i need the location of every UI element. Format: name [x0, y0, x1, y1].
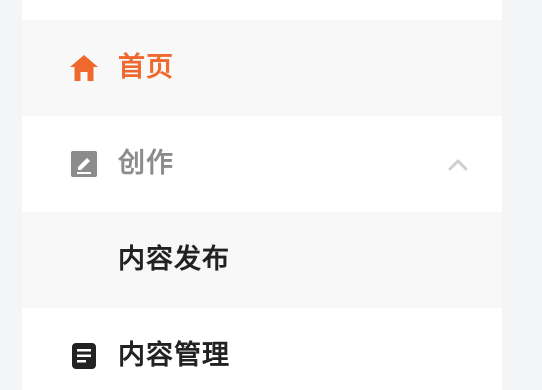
chevron-up-icon[interactable] [446, 154, 470, 174]
document-icon [72, 343, 96, 369]
sidebar-item-create[interactable]: 创作 [22, 116, 502, 212]
edit-note-icon [71, 151, 97, 177]
sidebar-item-label: 创作 [118, 148, 174, 179]
sidebar-subitem-publish[interactable]: 内容发布 [22, 212, 502, 308]
sidebar-menu: 首页 创作 内容发布 内容管理 [22, 0, 502, 390]
sidebar-item-manage[interactable]: 内容管理 [22, 308, 502, 390]
sidebar-item-label: 首页 [118, 52, 174, 83]
sidebar-item-label: 内容管理 [118, 340, 230, 371]
menu-top-spacer [22, 0, 502, 20]
sidebar-subitem-label: 内容发布 [118, 244, 230, 275]
home-icon [70, 55, 98, 81]
sidebar-item-home[interactable]: 首页 [22, 20, 502, 116]
